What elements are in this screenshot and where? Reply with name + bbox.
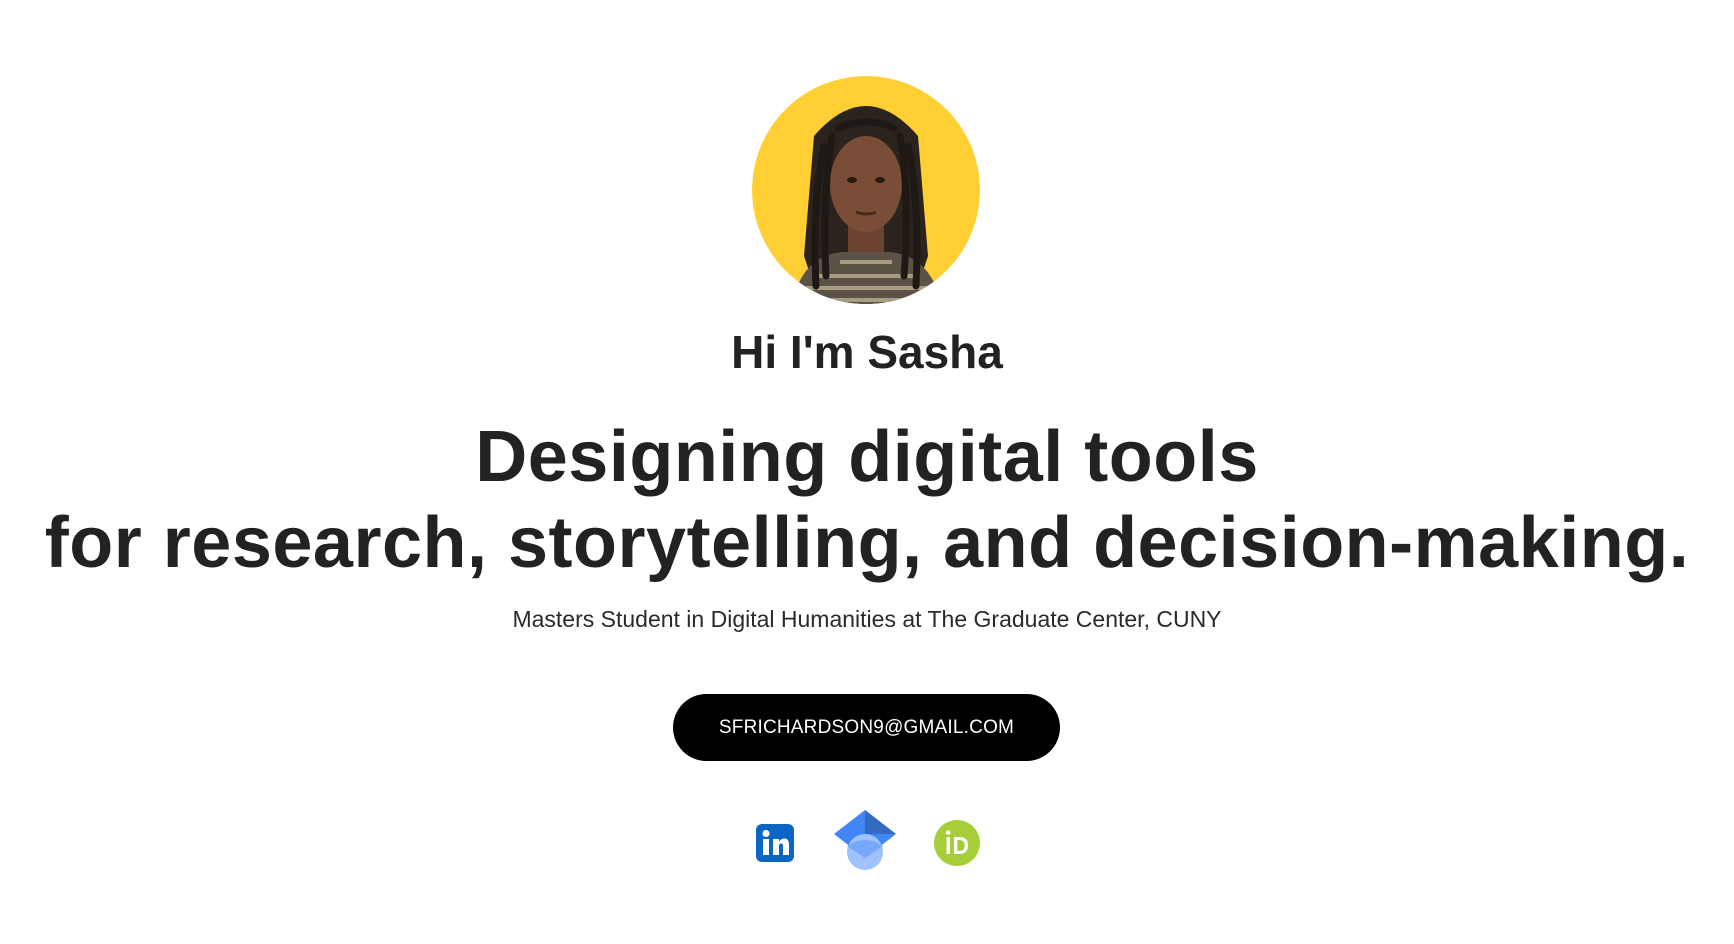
google-scholar-icon xyxy=(834,810,896,870)
headline-line-1: Designing digital tools xyxy=(475,417,1259,497)
email-button[interactable]: SFRICHARDSON9@GMAIL.COM xyxy=(673,694,1060,761)
headline: Designing digital tools for research, st… xyxy=(0,414,1734,586)
orcid-icon xyxy=(934,820,980,866)
orcid-link[interactable] xyxy=(934,820,980,866)
headline-line-2: for research, storytelling, and decision… xyxy=(44,503,1690,583)
avatar-portrait xyxy=(752,76,980,304)
greeting-heading: Hi I'm Sasha xyxy=(731,326,1003,378)
linkedin-icon xyxy=(756,824,794,862)
linkedin-link[interactable] xyxy=(756,824,794,862)
google-scholar-link[interactable] xyxy=(834,810,896,872)
avatar xyxy=(752,76,980,304)
subtitle: Masters Student in Digital Humanities at… xyxy=(512,606,1222,632)
hero-section: Hi I'm Sasha Designing digital tools for… xyxy=(0,0,1734,944)
social-links xyxy=(0,808,1734,878)
